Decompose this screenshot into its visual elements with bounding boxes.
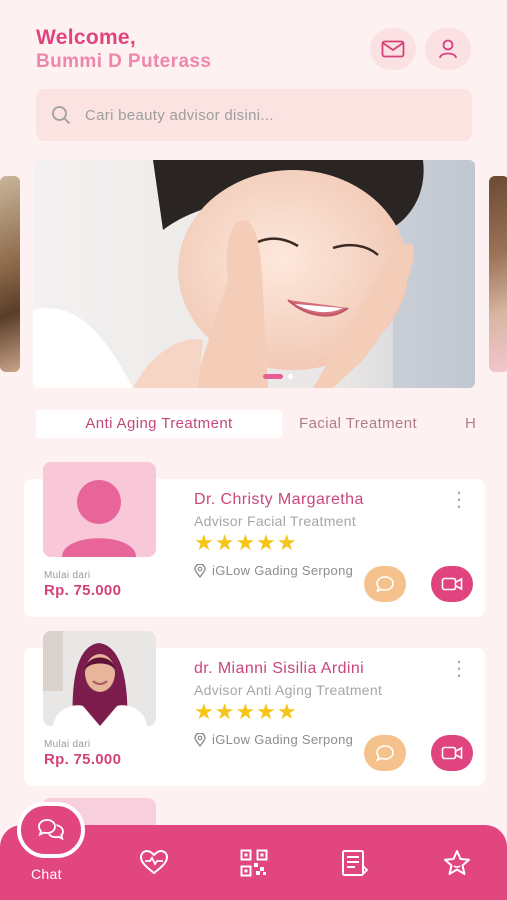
more-options-icon[interactable]: ⋮	[449, 490, 469, 510]
advisor-role: Advisor Facial Treatment	[194, 513, 357, 529]
chat-advisor-button[interactable]	[364, 735, 406, 771]
mail-icon	[381, 40, 405, 58]
search-icon	[52, 106, 71, 125]
nav-orders-button[interactable]	[341, 849, 369, 882]
qr-code-icon	[240, 849, 268, 877]
location-text: iGLow Gading Serpong	[212, 563, 354, 578]
more-options-icon[interactable]: ⋮	[449, 659, 469, 679]
rating-stars: ★★★★★	[194, 530, 298, 555]
chat-bubble-icon	[376, 576, 394, 593]
search-input[interactable]: Cari beauty advisor disini...	[36, 89, 472, 141]
nav-health-button[interactable]	[139, 849, 169, 880]
rating-stars: ★★★★★	[194, 699, 298, 724]
video-camera-icon	[441, 577, 463, 591]
profile-button[interactable]	[425, 28, 471, 70]
nav-qr-button[interactable]	[240, 849, 268, 882]
avatar-placeholder-icon	[62, 480, 136, 557]
tab-anti-aging[interactable]: Anti Aging Treatment	[36, 410, 282, 438]
banner-prev-slide[interactable]	[0, 176, 20, 372]
location-text: iGLow Gading Serpong	[212, 732, 354, 747]
location-pin-icon	[194, 563, 206, 578]
advisor-role: Advisor Anti Aging Treatment	[194, 682, 383, 698]
price-label: Mulai dari	[44, 739, 91, 750]
video-call-button[interactable]	[431, 735, 473, 771]
advisor-price: Rp. 75.000	[44, 582, 122, 599]
advisor-location: iGLow Gading Serpong	[194, 563, 353, 578]
advisor-location: iGLow Gading Serpong	[194, 732, 353, 747]
heart-pulse-icon	[139, 849, 169, 875]
advisor-price: Rp. 75.000	[44, 751, 122, 768]
category-tabs: Anti Aging Treatment Facial Treatment H	[36, 410, 507, 438]
video-call-button[interactable]	[431, 566, 473, 602]
welcome-text: Welcome,	[36, 26, 137, 49]
user-icon	[439, 39, 457, 59]
chat-advisor-button[interactable]	[364, 566, 406, 602]
username-text: Bummi D Puterass	[36, 51, 212, 72]
star-icon	[444, 850, 470, 875]
location-pin-icon	[194, 732, 206, 747]
carousel-dot[interactable]	[288, 374, 293, 379]
nav-chat-label[interactable]: Chat	[31, 866, 62, 882]
welcome-header: Welcome, Bummi D Puterass	[36, 26, 211, 74]
avatar	[43, 462, 156, 557]
avatar	[43, 631, 156, 726]
tab-facial[interactable]: Facial Treatment	[299, 410, 417, 438]
chat-bubble-icon	[376, 745, 394, 762]
banner-next-slide[interactable]	[489, 176, 507, 372]
price-label: Mulai dari	[44, 570, 91, 581]
advisor-card[interactable]: dr. Mianni Sisilia Ardini Advisor Anti A…	[24, 631, 485, 786]
advisor-name: Dr. Christy Margaretha	[194, 491, 364, 508]
search-placeholder: Cari beauty advisor disini...	[85, 106, 274, 124]
mail-button[interactable]	[370, 28, 416, 70]
video-camera-icon	[441, 746, 463, 760]
carousel-dot-active[interactable]	[263, 374, 283, 379]
advisor-name: dr. Mianni Sisilia Ardini	[194, 660, 365, 677]
advisor-photo	[43, 631, 156, 726]
chat-icon	[38, 819, 64, 841]
document-icon	[342, 850, 369, 876]
banner-image	[33, 160, 475, 388]
tab-more[interactable]: H	[465, 410, 476, 438]
carousel-indicator	[263, 374, 293, 379]
nav-rewards-button[interactable]	[443, 849, 471, 882]
nav-chat-button[interactable]	[17, 802, 85, 858]
banner-carousel[interactable]	[0, 160, 507, 388]
banner-slide[interactable]	[33, 160, 475, 388]
advisor-card[interactable]: Dr. Christy Margaretha Advisor Facial Tr…	[24, 462, 485, 617]
